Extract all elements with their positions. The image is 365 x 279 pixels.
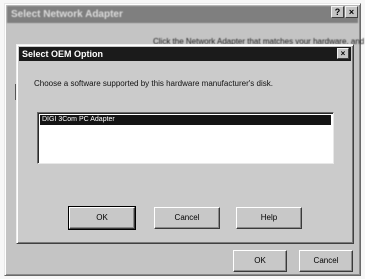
background-cancel-button[interactable]: Cancel	[299, 250, 353, 272]
oem-ok-button[interactable]: OK	[69, 207, 135, 229]
oem-close-button[interactable]: ×	[337, 48, 349, 59]
oem-option-item-selected[interactable]: DIGI 3Com PC Adapter	[40, 115, 331, 125]
screen: Select Network Adapter ? × Click the Net…	[0, 0, 365, 279]
background-close-button[interactable]: ×	[345, 6, 358, 18]
oem-dialog-titlebar: Select OEM Option ×	[19, 47, 351, 61]
oem-cancel-button[interactable]: Cancel	[154, 207, 220, 229]
oem-options-listbox[interactable]: DIGI 3Com PC Adapter	[37, 112, 334, 164]
oem-help-button[interactable]: Help	[236, 207, 302, 229]
oem-prompt-text: Choose a software supported by this hard…	[34, 79, 273, 88]
background-dialog-titlebar: Select Network Adapter	[7, 6, 358, 23]
background-ok-button[interactable]: OK	[233, 250, 287, 272]
background-help-button[interactable]: ?	[331, 6, 344, 18]
select-oem-option-dialog: Select OEM Option × Choose a software su…	[16, 44, 354, 244]
oem-dialog-title: Select OEM Option	[22, 49, 104, 59]
background-dialog-title: Select Network Adapter	[11, 9, 123, 20]
